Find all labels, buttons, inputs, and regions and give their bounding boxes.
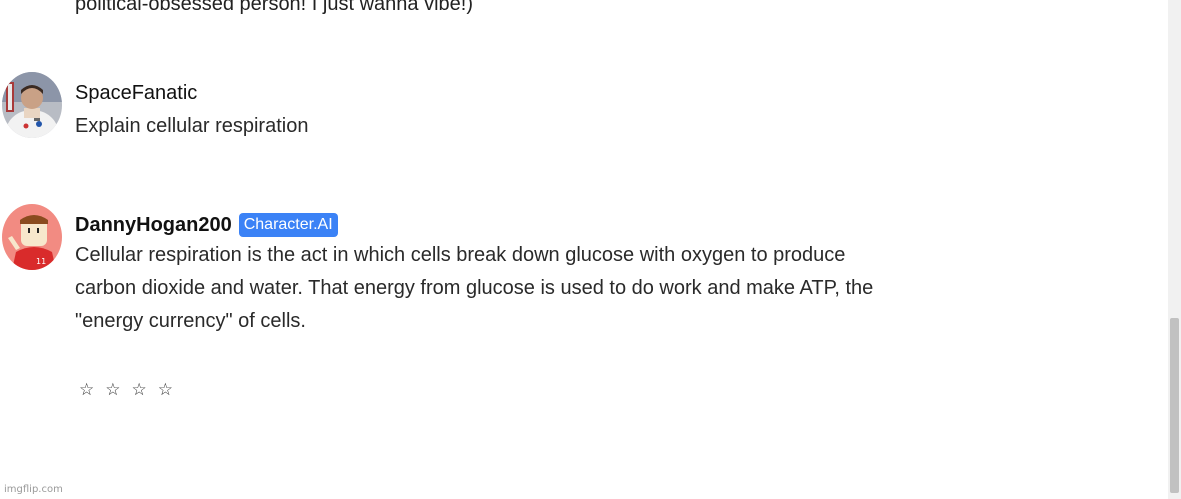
message-text: Cellular respiration is the act in which… [75, 239, 873, 338]
watermark: imgflip.com [4, 484, 63, 495]
star-rating: ☆ ☆ ☆ ☆ [79, 378, 173, 402]
message-line: carbon dioxide and water. That energy fr… [75, 277, 874, 299]
svg-text:11: 11 [36, 257, 46, 266]
message-line: Explain cellular respiration [75, 115, 309, 137]
star-icon[interactable]: ☆ [105, 378, 120, 402]
chat-page: political-obsessed person! I just wanna … [0, 0, 1181, 499]
astronaut-avatar-icon[interactable] [2, 72, 62, 138]
username[interactable]: SpaceFanatic [75, 80, 197, 106]
vertical-scrollbar[interactable] [1168, 0, 1181, 499]
message-line: "energy currency" of cells. [75, 310, 306, 332]
message-header: SpaceFanatic [75, 80, 197, 106]
username[interactable]: DannyHogan200 [75, 212, 232, 238]
character-ai-badge: Character.AI [238, 213, 338, 237]
scrollbar-thumb[interactable] [1170, 318, 1179, 493]
message-header: DannyHogan200 Character.AI [75, 212, 338, 238]
star-icon[interactable]: ☆ [132, 378, 147, 402]
star-icon[interactable]: ☆ [158, 378, 173, 402]
star-icon[interactable]: ☆ [79, 378, 94, 402]
cartoon-character-avatar-icon[interactable]: 11 [2, 204, 62, 270]
message-line: Cellular respiration is the act in which… [75, 244, 846, 266]
message-text: Explain cellular respiration [75, 110, 308, 143]
previous-message-text: political-obsessed person! I just wanna … [75, 0, 473, 15]
